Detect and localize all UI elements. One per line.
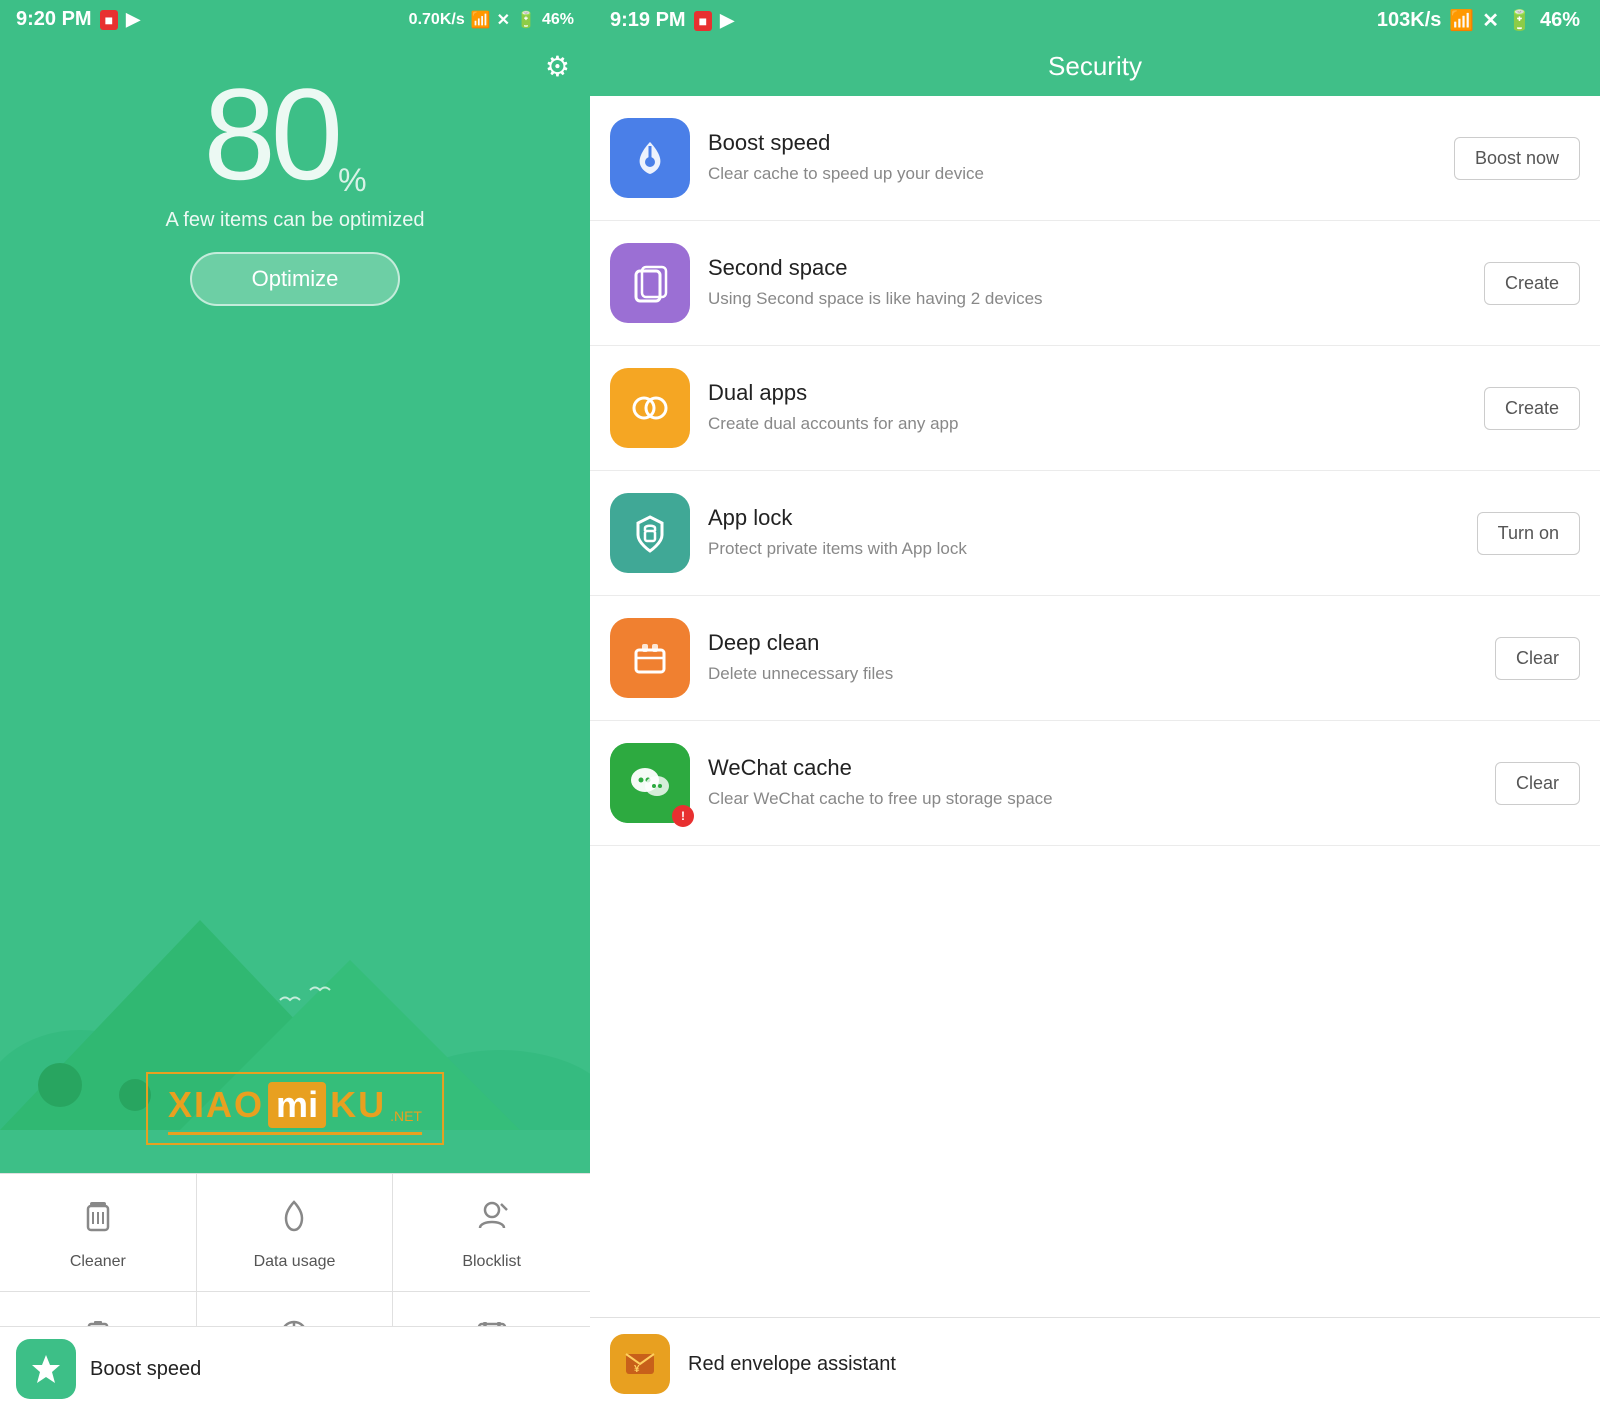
security-item-deep-clean: Deep clean Delete unnecessary files Clea…	[590, 596, 1600, 721]
boost-speed-text: Boost speed Clear cache to speed up your…	[708, 130, 1436, 186]
bottom-boost-bar-left: Boost speed	[0, 1326, 590, 1410]
red-envelope-label: Red envelope assistant	[688, 1353, 896, 1376]
security-item-boost-speed: Boost speed Clear cache to speed up your…	[590, 96, 1600, 221]
app-lock-title: App lock	[708, 505, 1459, 531]
dual-apps-title: Dual apps	[708, 380, 1466, 406]
wechat-clear-button[interactable]: Clear	[1495, 762, 1580, 805]
score-container: 80 % A few items can be optimized Optimi…	[0, 69, 590, 306]
time-left: 9:20 PM	[16, 8, 92, 31]
wm-xiao: XIAO	[168, 1084, 264, 1126]
status-right-left: 9:19 PM ■ ▶	[610, 9, 734, 32]
bottom-bar-right: ¥ Red envelope assistant	[590, 1317, 1600, 1410]
wifi-icon-left: 📶	[471, 10, 491, 30]
status-right-info: 0.70K/s 📶 ✕ 🔋 46%	[409, 10, 574, 30]
dual-apps-icon	[610, 368, 690, 448]
battery-icon-right: 🔋	[1507, 8, 1532, 33]
right-panel: 9:19 PM ■ ▶ 103K/s 📶 ✕ 🔋 46% Security Bo…	[590, 0, 1600, 1410]
score-percent: %	[338, 162, 366, 199]
boost-icon-left	[16, 1339, 76, 1399]
battery-pct-left: 46%	[542, 11, 574, 29]
security-list: Boost speed Clear cache to speed up your…	[590, 96, 1600, 1317]
red-icon-right: ■	[694, 11, 712, 31]
second-space-desc: Using Second space is like having 2 devi…	[708, 287, 1466, 311]
play-icon-left: ▶	[126, 9, 140, 30]
left-panel: 9:20 PM ■ ▶ 0.70K/s 📶 ✕ 🔋 46% ⚙ 80 % A f…	[0, 0, 590, 1410]
network-speed-right: 103K/s	[1377, 9, 1442, 32]
wifi-icon-right: 📶	[1449, 8, 1474, 33]
score-number: 80	[203, 69, 338, 199]
cleaner-label: Cleaner	[70, 1253, 126, 1271]
battery-icon-left: 🔋	[516, 10, 536, 30]
wm-net: .NET	[390, 1108, 422, 1124]
status-left-info: 9:20 PM ■ ▶	[16, 8, 140, 31]
score-subtitle: A few items can be optimized	[165, 209, 424, 232]
wechat-cache-text: WeChat cache Clear WeChat cache to free …	[708, 755, 1477, 811]
watermark: XIAO mi KU .NET	[146, 1072, 444, 1145]
cleaner-icon	[80, 1198, 116, 1243]
battery-pct-right: 46%	[1540, 9, 1580, 32]
security-item-dual-apps: Dual apps Create dual accounts for any a…	[590, 346, 1600, 471]
play-icon-right: ▶	[720, 10, 734, 31]
red-envelope-icon: ¥	[610, 1334, 670, 1394]
grid-item-cleaner[interactable]: Cleaner	[0, 1174, 197, 1292]
deep-clean-title: Deep clean	[708, 630, 1477, 656]
wechat-cache-icon: !	[610, 743, 690, 823]
signal-icon-right: ✕	[1482, 8, 1499, 33]
settings-icon[interactable]: ⚙	[545, 50, 570, 83]
second-space-icon	[610, 243, 690, 323]
boost-speed-label-left: Boost speed	[90, 1358, 201, 1381]
data-usage-label: Data usage	[254, 1253, 336, 1271]
blocklist-icon	[474, 1198, 510, 1243]
status-bar-right: 9:19 PM ■ ▶ 103K/s 📶 ✕ 🔋 46%	[590, 0, 1600, 41]
deep-clean-clear-button[interactable]: Clear	[1495, 637, 1580, 680]
boost-speed-desc: Clear cache to speed up your device	[708, 162, 1436, 186]
security-item-app-lock: App lock Protect private items with App …	[590, 471, 1600, 596]
grid-item-data-usage[interactable]: Data usage	[197, 1174, 394, 1292]
deep-clean-icon	[610, 618, 690, 698]
security-item-wechat-cache: ! WeChat cache Clear WeChat cache to fre…	[590, 721, 1600, 846]
grid-item-blocklist[interactable]: Blocklist	[393, 1174, 590, 1292]
deep-clean-desc: Delete unnecessary files	[708, 662, 1477, 686]
status-right-right: 103K/s 📶 ✕ 🔋 46%	[1377, 8, 1580, 33]
app-lock-desc: Protect private items with App lock	[708, 537, 1459, 561]
app-lock-icon	[610, 493, 690, 573]
second-space-title: Second space	[708, 255, 1466, 281]
second-space-text: Second space Using Second space is like …	[708, 255, 1466, 311]
signal-icon-left: ✕	[497, 10, 510, 30]
app-lock-text: App lock Protect private items with App …	[708, 505, 1459, 561]
wm-ku: KU	[330, 1084, 386, 1126]
security-title: Security	[590, 41, 1600, 96]
svg-text:¥: ¥	[634, 1364, 640, 1375]
boost-speed-icon	[610, 118, 690, 198]
optimize-button[interactable]: Optimize	[190, 252, 401, 306]
network-speed-left: 0.70K/s	[409, 11, 465, 29]
app-lock-turn-on-button[interactable]: Turn on	[1477, 512, 1580, 555]
dual-apps-desc: Create dual accounts for any app	[708, 412, 1466, 436]
dual-apps-create-button[interactable]: Create	[1484, 387, 1580, 430]
blocklist-label: Blocklist	[462, 1253, 521, 1271]
red-icon-left: ■	[100, 10, 118, 30]
deep-clean-text: Deep clean Delete unnecessary files	[708, 630, 1477, 686]
time-right: 9:19 PM	[610, 9, 686, 32]
wm-mi: mi	[268, 1082, 326, 1128]
security-item-second-space: Second space Using Second space is like …	[590, 221, 1600, 346]
wechat-cache-title: WeChat cache	[708, 755, 1477, 781]
boost-speed-title: Boost speed	[708, 130, 1436, 156]
wechat-cache-desc: Clear WeChat cache to free up storage sp…	[708, 787, 1477, 811]
status-bar-left: 9:20 PM ■ ▶ 0.70K/s 📶 ✕ 🔋 46%	[0, 0, 590, 39]
data-usage-icon	[276, 1198, 312, 1243]
boost-now-button[interactable]: Boost now	[1454, 137, 1580, 180]
second-space-create-button[interactable]: Create	[1484, 262, 1580, 305]
dual-apps-text: Dual apps Create dual accounts for any a…	[708, 380, 1466, 436]
